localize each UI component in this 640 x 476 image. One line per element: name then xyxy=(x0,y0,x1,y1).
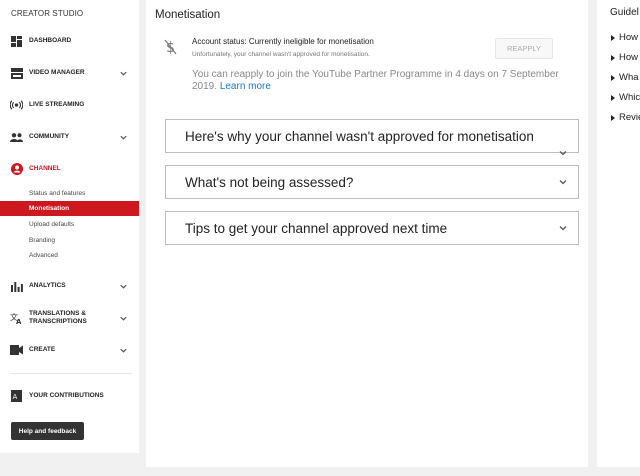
contributions-icon: A xyxy=(10,390,23,403)
sidebar-item-label: YOUR CONTRIBUTIONS xyxy=(29,392,104,399)
sidebar-item-community[interactable]: COMMUNITY xyxy=(0,127,139,147)
accordion-title: What's not being assessed? xyxy=(185,175,354,190)
sidebar-item-dashboard[interactable]: DASHBOARD xyxy=(0,31,139,51)
accordion-why-not-approved[interactable]: Here's why your channel wasn't approved … xyxy=(165,119,579,156)
sidebar-item-label: LIVE STREAMING xyxy=(29,101,85,108)
live-streaming-icon xyxy=(10,99,23,112)
sidebar-subitem-branding[interactable]: Branding xyxy=(0,233,139,248)
guideline-link-text: How xyxy=(619,32,639,43)
accordion-tips[interactable]: Tips to get your channel approved next t… xyxy=(165,211,579,245)
guideline-link-text: Revie xyxy=(619,112,640,123)
sidebar-item-create[interactable]: CREATE xyxy=(0,340,139,360)
sidebar-subitem-monetisation[interactable]: Monetisation xyxy=(0,201,139,216)
guidelines-panel: Guidel How How Wha Whic Revie xyxy=(597,0,640,467)
triangle-right-icon xyxy=(611,54,615,61)
guideline-link[interactable]: How xyxy=(611,32,638,43)
guideline-link[interactable]: Whic xyxy=(611,92,640,103)
chevron-down-icon[interactable] xyxy=(558,223,568,233)
create-icon xyxy=(10,344,23,357)
triangle-right-icon xyxy=(611,114,615,121)
sidebar: CREATOR STUDIO DASHBOARD VIDEO MANAGER L… xyxy=(0,0,139,453)
video-manager-icon xyxy=(10,67,23,80)
guideline-link[interactable]: Wha xyxy=(611,72,639,83)
sidebar-item-label: COMMUNITY xyxy=(29,133,70,140)
accordion-not-assessed[interactable]: What's not being assessed? xyxy=(165,165,579,199)
guideline-link[interactable]: How xyxy=(611,52,638,63)
chevron-down-icon[interactable] xyxy=(119,346,128,355)
sidebar-subitem-status[interactable]: Status and features xyxy=(0,186,139,201)
guideline-link-text: How xyxy=(619,52,639,63)
help-and-feedback-button[interactable]: Help and feedback xyxy=(11,422,84,440)
sidebar-item-analytics[interactable]: ANALYTICS xyxy=(0,276,139,296)
guideline-link[interactable]: Revie xyxy=(611,112,640,123)
sidebar-item-translations[interactable]: 文A TRANSLATIONS & TRANSCRIPTIONS xyxy=(0,308,139,328)
accordion-title: Here's why your channel wasn't approved … xyxy=(185,129,534,144)
svg-text:A: A xyxy=(16,318,22,324)
accordion-title: Tips to get your channel approved next t… xyxy=(185,221,448,236)
sidebar-item-channel[interactable]: CHANNEL xyxy=(0,159,139,179)
sidebar-item-label: VIDEO MANAGER xyxy=(29,69,85,76)
analytics-icon xyxy=(10,280,23,293)
sidebar-item-label: CREATE xyxy=(29,346,56,353)
account-status-subtext: Unfortunately, your channel wasn't appro… xyxy=(192,51,370,58)
sidebar-item-label: ANALYTICS xyxy=(29,282,66,289)
sidebar-item-label: TRANSLATIONS & TRANSCRIPTIONS xyxy=(29,310,87,325)
account-status-heading: Account status: Currently ineligible for… xyxy=(192,37,374,46)
sidebar-title: CREATOR STUDIO xyxy=(11,9,84,18)
sidebar-subitem-advanced[interactable]: Advanced xyxy=(0,248,139,263)
sidebar-divider xyxy=(10,373,132,374)
chevron-down-icon[interactable] xyxy=(119,69,128,78)
no-money-icon: $ xyxy=(164,39,177,56)
guideline-link-text: Wha xyxy=(619,72,639,83)
chevron-down-icon[interactable] xyxy=(558,177,568,187)
chevron-down-icon[interactable] xyxy=(119,133,128,142)
triangle-right-icon xyxy=(611,34,615,41)
svg-text:A: A xyxy=(13,393,18,401)
monetisation-panel: Monetisation $ Account status: Currently… xyxy=(146,0,588,467)
page-title: Monetisation xyxy=(155,9,221,21)
sidebar-item-label: CHANNEL xyxy=(29,165,61,172)
dashboard-icon xyxy=(10,35,23,48)
chevron-down-icon[interactable] xyxy=(558,148,568,158)
sidebar-item-live-streaming[interactable]: LIVE STREAMING xyxy=(0,95,139,115)
triangle-right-icon xyxy=(611,74,615,81)
guidelines-title: Guidel xyxy=(610,7,639,18)
guideline-link-text: Whic xyxy=(619,92,640,103)
reapply-note: You can reapply to join the YouTube Part… xyxy=(192,69,572,93)
community-icon xyxy=(10,131,23,144)
chevron-down-icon[interactable] xyxy=(119,314,128,323)
sidebar-item-video-manager[interactable]: VIDEO MANAGER xyxy=(0,63,139,83)
chevron-down-icon[interactable] xyxy=(119,282,128,291)
sidebar-item-contributions[interactable]: A YOUR CONTRIBUTIONS xyxy=(0,386,139,406)
translations-icon: 文A xyxy=(10,312,23,325)
triangle-right-icon xyxy=(611,94,615,101)
learn-more-link[interactable]: Learn more xyxy=(220,81,271,92)
sidebar-subitem-upload-defaults[interactable]: Upload defaults xyxy=(0,217,139,232)
reapply-button[interactable]: REAPPLY xyxy=(495,38,553,59)
channel-icon xyxy=(10,163,23,176)
sidebar-item-label: DASHBOARD xyxy=(29,37,72,44)
